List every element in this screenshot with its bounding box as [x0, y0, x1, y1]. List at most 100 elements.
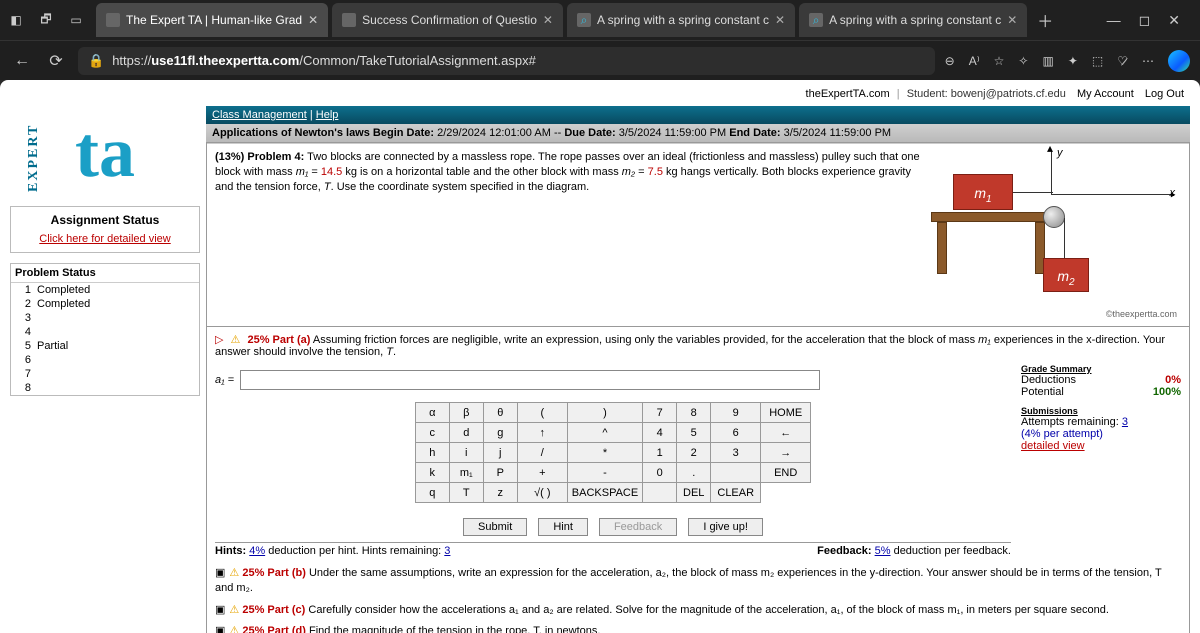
detailed-view-link-2[interactable]: detailed view — [1021, 440, 1085, 452]
keypad-key[interactable]: q — [415, 483, 449, 503]
help-link[interactable]: Help — [316, 109, 339, 121]
problem-status-row[interactable]: 1Completed — [11, 283, 199, 297]
performance-icon[interactable]: ♡̷ — [1117, 54, 1128, 68]
keypad-key[interactable]: d — [449, 423, 483, 443]
keypad-key[interactable]: 0 — [643, 463, 677, 483]
refresh-button[interactable]: ⟳ — [44, 51, 68, 71]
answer-input[interactable] — [240, 370, 820, 390]
detailed-view-link[interactable]: Click here for detailed view — [17, 233, 193, 246]
keypad-key[interactable]: ) — [567, 403, 642, 423]
close-icon[interactable]: ✕ — [543, 13, 553, 27]
keypad-key[interactable]: 5 — [677, 423, 711, 443]
tab-4[interactable]: A spring with a spring constant c ✕ — [799, 3, 1027, 37]
keypad-key[interactable]: . — [677, 463, 711, 483]
tab-1-title: The Expert TA | Human-like Grad — [126, 13, 302, 27]
keypad-key[interactable]: m₁ — [449, 463, 483, 483]
keypad-key[interactable]: 2 — [677, 443, 711, 463]
new-tab-button[interactable]: ＋ — [1031, 2, 1059, 38]
part-d[interactable]: ▣⚠ 25% Part (d) Find the magnitude of th… — [207, 621, 1189, 633]
keypad-key[interactable]: → — [761, 443, 811, 463]
part-b[interactable]: ▣⚠ 25% Part (b) Under the same assumptio… — [207, 563, 1189, 600]
tab-actions-icon[interactable]: 🗗 — [36, 10, 56, 30]
keypad-key[interactable]: 1 — [643, 443, 677, 463]
problem-status-row[interactable]: 4 — [11, 325, 199, 339]
keypad-key[interactable]: + — [517, 463, 567, 483]
part-c[interactable]: ▣⚠ 25% Part (c) Carefully consider how t… — [207, 600, 1189, 621]
keypad-key[interactable]: α — [415, 403, 449, 423]
keypad-key[interactable]: 7 — [643, 403, 677, 423]
collapsed-icon: ▣ — [215, 625, 225, 633]
keypad-key[interactable]: c — [415, 423, 449, 443]
expand-icon[interactable]: ▷ — [215, 334, 223, 346]
keypad-key[interactable]: T — [449, 483, 483, 503]
copilot-icon[interactable] — [1168, 50, 1190, 72]
minimize-icon[interactable]: — — [1107, 12, 1121, 29]
submissions-title: Submissions — [1021, 406, 1181, 416]
extensions-icon[interactable]: ✧ — [1018, 54, 1028, 68]
collections-icon[interactable]: ✦ — [1068, 54, 1078, 68]
downloads-icon[interactable]: ⬚ — [1092, 54, 1103, 68]
keypad-key[interactable]: 3 — [711, 443, 761, 463]
keypad-key[interactable]: 9 — [711, 403, 761, 423]
close-icon[interactable]: ✕ — [308, 13, 318, 27]
problem-status-row[interactable]: 2Completed — [11, 297, 199, 311]
keypad-key[interactable]: HOME — [761, 403, 811, 423]
give-up-button[interactable]: I give up! — [688, 518, 763, 536]
keypad-key[interactable]: CLEAR — [711, 483, 761, 503]
keypad-key[interactable]: i — [449, 443, 483, 463]
keypad-key[interactable]: END — [761, 463, 811, 483]
tab-2[interactable]: Success Confirmation of Questio ✕ — [332, 3, 563, 37]
brand-link[interactable]: theExpertTA.com — [806, 88, 890, 100]
keypad-key[interactable]: z — [483, 483, 517, 503]
keypad-key[interactable]: DEL — [677, 483, 711, 503]
tab-1[interactable]: The Expert TA | Human-like Grad ✕ — [96, 3, 328, 37]
read-aloud-icon[interactable]: A⁾ — [969, 54, 980, 68]
workspaces-icon[interactable]: ◧ — [6, 10, 26, 30]
class-management-link[interactable]: Class Management — [212, 109, 307, 121]
zoom-icon[interactable]: ⊖ — [945, 54, 955, 68]
tab-3[interactable]: A spring with a spring constant c ✕ — [567, 3, 795, 37]
my-account-link[interactable]: My Account — [1077, 88, 1134, 100]
problem-status-row[interactable]: 8 — [11, 381, 199, 395]
back-button[interactable]: ← — [10, 52, 34, 70]
sidebar: EXPERT ta Assignment Status Click here f… — [10, 106, 200, 633]
submit-button[interactable]: Submit — [463, 518, 527, 536]
keypad-key[interactable]: ↑ — [517, 423, 567, 443]
problem-status-row[interactable]: 7 — [11, 367, 199, 381]
keypad-key[interactable]: ^ — [567, 423, 642, 443]
block-m2: m2 — [1043, 258, 1089, 292]
keypad-key[interactable]: √( ) — [517, 483, 567, 503]
keypad-key[interactable]: ← — [761, 423, 811, 443]
maximize-icon[interactable]: ◻ — [1139, 12, 1151, 29]
keypad-key[interactable]: - — [567, 463, 642, 483]
keypad-key[interactable]: θ — [483, 403, 517, 423]
grade-title: Grade Summary — [1021, 364, 1181, 374]
keypad-key[interactable]: * — [567, 443, 642, 463]
problem-status-row[interactable]: 5Partial — [11, 339, 199, 353]
feedback-button[interactable]: Feedback — [599, 518, 677, 536]
address-field[interactable]: 🔒 https://use11fl.theexpertta.com/Common… — [78, 47, 935, 75]
keypad-key[interactable]: β — [449, 403, 483, 423]
keypad-key[interactable]: ( — [517, 403, 567, 423]
problem-status-row[interactable]: 6 — [11, 353, 199, 367]
tab-overview-icon[interactable]: ▭ — [66, 10, 86, 30]
more-icon[interactable]: ⋯ — [1142, 54, 1154, 68]
keypad-key[interactable]: 6 — [711, 423, 761, 443]
favorite-icon[interactable]: ☆ — [994, 54, 1005, 68]
keypad-key[interactable]: k — [415, 463, 449, 483]
keypad-key[interactable]: j — [483, 443, 517, 463]
keypad-key[interactable]: h — [415, 443, 449, 463]
close-window-icon[interactable]: ✕ — [1168, 12, 1180, 29]
hint-button[interactable]: Hint — [538, 518, 588, 536]
close-icon[interactable]: ✕ — [1007, 13, 1017, 27]
problem-status-row[interactable]: 3 — [11, 311, 199, 325]
keypad-key[interactable]: g — [483, 423, 517, 443]
keypad-key[interactable]: BACKSPACE — [567, 483, 642, 503]
keypad-key[interactable]: / — [517, 443, 567, 463]
close-icon[interactable]: ✕ — [775, 13, 785, 27]
keypad-key[interactable]: 8 — [677, 403, 711, 423]
split-screen-icon[interactable]: ▥ — [1042, 54, 1053, 68]
keypad-key[interactable]: P — [483, 463, 517, 483]
log-out-link[interactable]: Log Out — [1145, 88, 1184, 100]
keypad-key[interactable]: 4 — [643, 423, 677, 443]
